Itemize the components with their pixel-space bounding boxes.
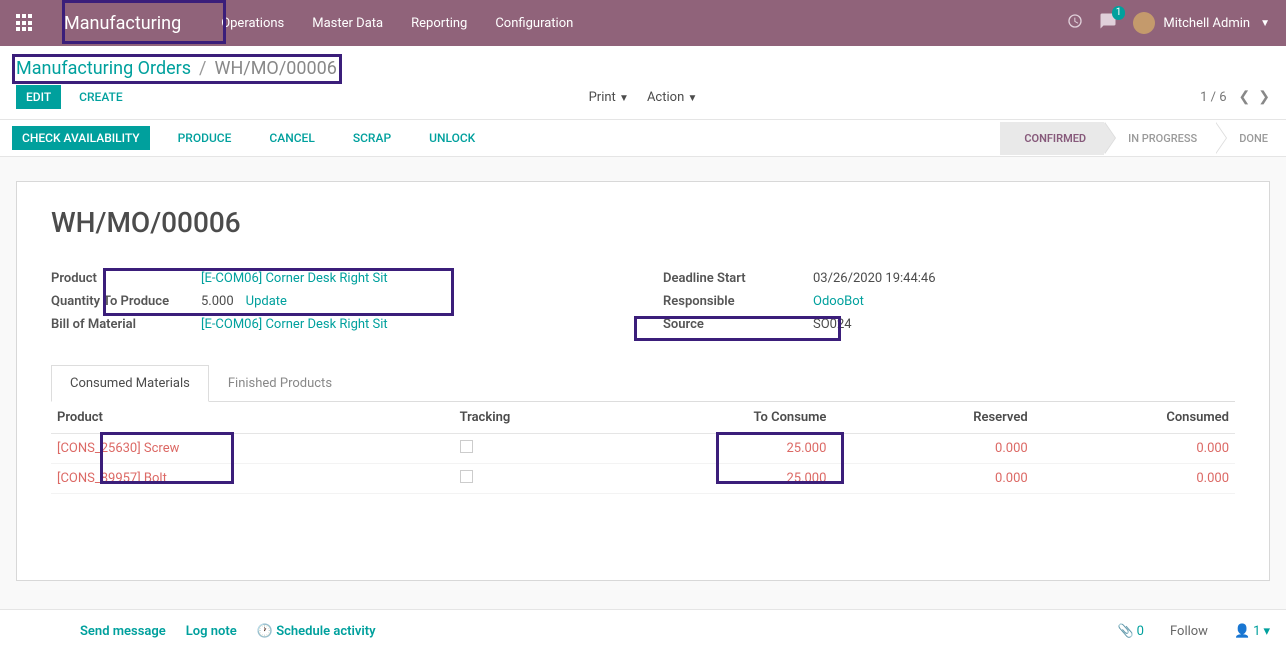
print-menu[interactable]: Print ▼ (589, 90, 629, 105)
tab-consumed-materials[interactable]: Consumed Materials (51, 365, 209, 402)
send-message-button[interactable]: Send message (80, 624, 166, 639)
col-reserved: Reserved (832, 402, 1033, 434)
attachments-button[interactable]: 📎0 (1117, 624, 1144, 639)
cancel-button[interactable]: CANCEL (259, 126, 324, 150)
label-bom: Bill of Material (51, 317, 201, 332)
source-value: SO024 (813, 317, 852, 332)
breadcrumb-current: WH/MO/00006 (214, 58, 336, 79)
label-responsible: Responsible (663, 294, 813, 309)
pager-text: 1 / 6 (1200, 90, 1226, 105)
row-reserved: 0.000 (832, 464, 1033, 494)
col-tracking: Tracking (454, 402, 620, 434)
responsible-value[interactable]: OdooBot (813, 294, 864, 309)
label-source: Source (663, 317, 813, 332)
menu-master-data[interactable]: Master Data (312, 16, 383, 31)
label-qty: Quantity To Produce (51, 294, 201, 309)
row-toconsume: 25.000 (619, 464, 832, 494)
action-menu[interactable]: Action ▼ (647, 90, 697, 105)
log-note-button[interactable]: Log note (186, 624, 237, 639)
label-deadline: Deadline Start (663, 271, 813, 286)
label-product: Product (51, 271, 201, 286)
bom-value[interactable]: [E-COM06] Corner Desk Right Sit (201, 317, 388, 332)
follow-button[interactable]: Follow (1170, 624, 1208, 639)
pager-next[interactable]: ❯ (1258, 89, 1270, 105)
pager-prev[interactable]: ❮ (1239, 89, 1251, 105)
materials-table: Product Tracking To Consume Reserved Con… (51, 402, 1235, 494)
check-availability-button[interactable]: CHECK AVAILABILITY (12, 126, 150, 150)
row-toconsume: 25.000 (619, 434, 832, 464)
caret-down-icon: ▼ (1260, 18, 1270, 29)
messaging-icon[interactable]: 1 (1099, 12, 1117, 34)
table-row[interactable]: [CONS_89957] Bolt 25.000 0.000 0.000 (51, 464, 1235, 494)
app-brand[interactable]: Manufacturing (64, 13, 181, 34)
unlock-button[interactable]: UNLOCK (419, 126, 485, 150)
row-consumed: 0.000 (1034, 434, 1235, 464)
qty-value: 5.000 (201, 294, 234, 309)
tracking-checkbox[interactable] (460, 470, 473, 483)
menu-configuration[interactable]: Configuration (495, 16, 573, 31)
top-navbar: Manufacturing Operations Master Data Rep… (0, 0, 1286, 46)
row-product[interactable]: [CONS_89957] Bolt (57, 471, 167, 486)
clock-icon[interactable] (1067, 13, 1083, 33)
col-product: Product (51, 402, 454, 434)
row-consumed: 0.000 (1034, 464, 1235, 494)
tab-finished-products[interactable]: Finished Products (209, 365, 351, 402)
form-sheet: WH/MO/00006 Product[E-COM06] Corner Desk… (16, 181, 1270, 581)
deadline-value: 03/26/2020 19:44:46 (813, 271, 936, 286)
avatar (1133, 12, 1155, 34)
status-confirmed[interactable]: CONFIRMED (1000, 122, 1104, 155)
product-value[interactable]: [E-COM06] Corner Desk Right Sit (201, 271, 388, 286)
table-row[interactable]: [CONS_25630] Screw 25.000 0.000 0.000 (51, 434, 1235, 464)
col-toconsume: To Consume (619, 402, 832, 434)
apps-icon[interactable] (16, 14, 34, 32)
menu-operations[interactable]: Operations (221, 16, 284, 31)
breadcrumb: Manufacturing Orders / WH/MO/00006 (16, 58, 1270, 79)
create-button[interactable]: CREATE (69, 85, 132, 109)
followers-button[interactable]: 👤1 ▾ (1234, 624, 1270, 639)
tracking-checkbox[interactable] (460, 440, 473, 453)
status-in-progress[interactable]: IN PROGRESS (1104, 122, 1215, 155)
chat-badge: 1 (1112, 6, 1126, 20)
menu-reporting[interactable]: Reporting (411, 16, 467, 31)
breadcrumb-parent[interactable]: Manufacturing Orders (16, 58, 191, 79)
chatter-footer: Send message Log note 🕐 Schedule activit… (0, 609, 1286, 653)
breadcrumb-sep: / (199, 58, 206, 79)
status-steps: CONFIRMED IN PROGRESS DONE (1000, 122, 1286, 155)
produce-button[interactable]: PRODUCE (168, 126, 242, 150)
edit-button[interactable]: EDIT (16, 85, 61, 109)
schedule-activity-button[interactable]: 🕐 Schedule activity (257, 624, 376, 639)
user-menu[interactable]: Mitchell Admin ▼ (1133, 12, 1270, 34)
col-consumed: Consumed (1034, 402, 1235, 434)
main-menu: Operations Master Data Reporting Configu… (221, 16, 573, 31)
user-name: Mitchell Admin (1163, 16, 1250, 31)
record-title: WH/MO/00006 (51, 206, 1235, 239)
row-reserved: 0.000 (832, 434, 1033, 464)
qty-update-link[interactable]: Update (246, 294, 287, 309)
scrap-button[interactable]: SCRAP (343, 126, 401, 150)
row-product[interactable]: [CONS_25630] Screw (57, 441, 179, 456)
